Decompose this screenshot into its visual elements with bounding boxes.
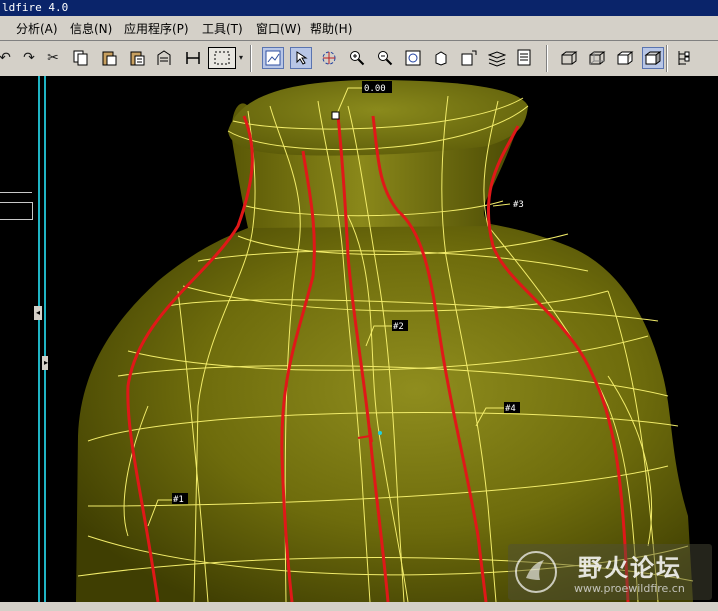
- shading-icon[interactable]: [642, 47, 664, 69]
- selection-box-icon[interactable]: [208, 47, 236, 69]
- repaint-icon[interactable]: [262, 47, 284, 69]
- zoom-out-icon[interactable]: [374, 47, 396, 69]
- menu-bar: 分析(A) 信息(N) 应用程序(P) 工具(T) 窗口(W) 帮助(H): [0, 16, 718, 41]
- watermark-title: 野火论坛: [578, 554, 682, 582]
- menu-info[interactable]: 信息(N): [70, 20, 112, 36]
- chevron-down-icon[interactable]: ▾: [236, 47, 246, 69]
- toolbar-separator: [666, 45, 668, 72]
- zoom-in-icon[interactable]: [346, 47, 368, 69]
- dimension-label-1[interactable]: #1: [173, 495, 184, 505]
- paste-icon[interactable]: [98, 47, 120, 69]
- saved-views-icon[interactable]: [458, 47, 480, 69]
- reorient-icon[interactable]: [430, 47, 452, 69]
- toolbar-separator: [250, 45, 252, 72]
- status-bar: [0, 602, 718, 611]
- regen-manager-icon[interactable]: [182, 47, 204, 69]
- refit-icon[interactable]: [402, 47, 424, 69]
- spin-center-icon[interactable]: [318, 47, 340, 69]
- regenerate-icon[interactable]: [154, 47, 176, 69]
- hidden-line-icon[interactable]: [586, 47, 608, 69]
- toolbar-separator: [546, 45, 548, 72]
- navigator-sash[interactable]: ◂ ▸: [34, 76, 50, 602]
- cut-icon[interactable]: ✂: [42, 47, 64, 69]
- menu-tools[interactable]: 工具(T): [202, 20, 243, 36]
- dimension-label-3[interactable]: #3: [513, 200, 524, 210]
- view-manager-icon[interactable]: [514, 47, 536, 69]
- panel-header-frame: [0, 202, 33, 220]
- collapse-left-icon[interactable]: ◂: [34, 306, 42, 320]
- watermark-logo-icon: [515, 551, 557, 593]
- sash-line: [38, 76, 40, 602]
- watermark-url: www.proewildfire.cn: [574, 582, 685, 595]
- toolbar: ↶ ↷ ✂ ▾: [0, 41, 718, 77]
- model-tree-icon[interactable]: [672, 47, 694, 69]
- undo-icon[interactable]: ↶: [0, 47, 16, 69]
- menu-window[interactable]: 窗口(W): [256, 20, 301, 36]
- title-bar: ldfire 4.0: [0, 0, 718, 16]
- dimension-label-4[interactable]: #4: [505, 404, 516, 414]
- redo-icon[interactable]: ↷: [18, 47, 40, 69]
- watermark: 野火论坛 www.proewildfire.cn: [508, 544, 712, 600]
- sash-line: [44, 76, 46, 602]
- dimension-label-top[interactable]: 0.00: [364, 84, 386, 94]
- menu-help[interactable]: 帮助(H): [310, 20, 352, 36]
- paste-special-icon[interactable]: [126, 47, 148, 69]
- panel-divider: [0, 192, 32, 193]
- window-title: ldfire 4.0: [2, 1, 69, 14]
- no-hidden-icon[interactable]: [614, 47, 636, 69]
- menu-applications[interactable]: 应用程序(P): [124, 20, 189, 36]
- wireframe-icon[interactable]: [558, 47, 580, 69]
- menu-analysis[interactable]: 分析(A): [16, 20, 58, 36]
- copy-icon[interactable]: [70, 47, 92, 69]
- dimension-label-2[interactable]: #2: [393, 322, 404, 332]
- layers-icon[interactable]: [486, 47, 508, 69]
- drag-handle[interactable]: [331, 111, 340, 120]
- orient-mode-icon[interactable]: [290, 47, 312, 69]
- graphics-viewport[interactable]: 0.00 #3 #2 #4 #1: [48, 76, 718, 602]
- navigator-panel: [0, 76, 36, 602]
